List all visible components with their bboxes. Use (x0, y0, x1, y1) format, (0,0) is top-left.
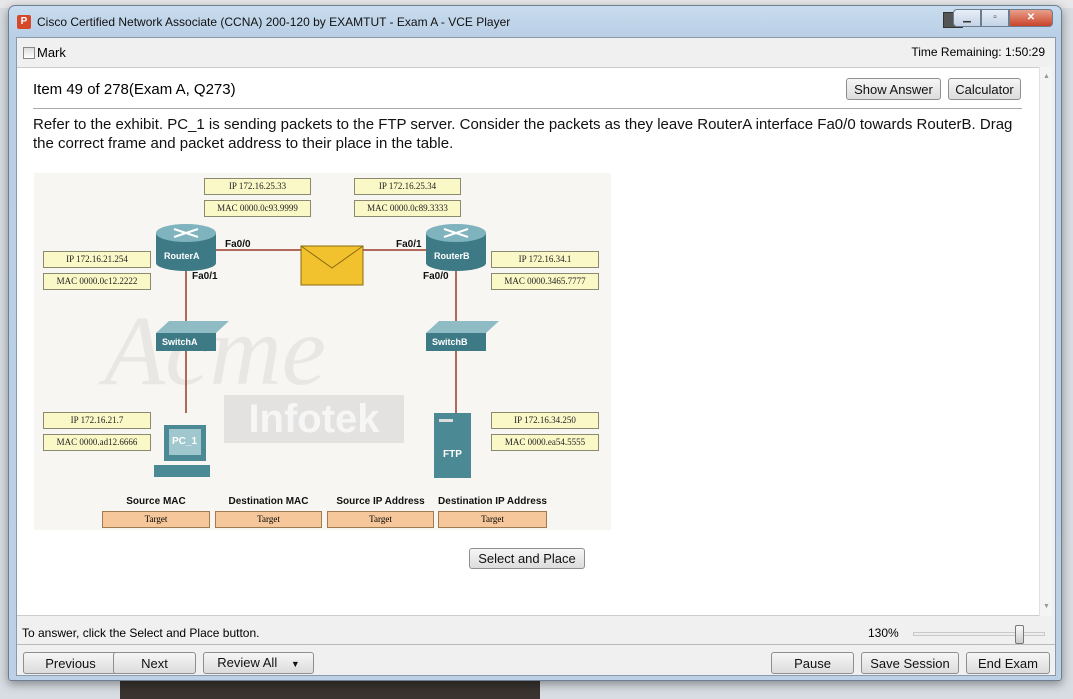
question-panel: Item 49 of 278(Exam A, Q273) Show Answer… (17, 67, 1039, 616)
previous-button[interactable]: Previous (23, 652, 118, 674)
close-button[interactable]: ✕ (1009, 9, 1053, 27)
question-text: Refer to the exhibit. PC_1 is sending pa… (33, 116, 1013, 152)
ftp-label: FTP (443, 449, 462, 460)
target-destination-ip[interactable]: Target (438, 511, 547, 528)
mark-checkbox[interactable]: Mark (23, 45, 66, 60)
routerB-fa01-mac: MAC 0000.0c89.3333 (354, 200, 461, 217)
exhibit-image: Acme Infotek (34, 173, 611, 530)
routerA-fa00-mac: MAC 0000.0c93.9999 (204, 200, 311, 217)
pc-ip: IP 172.16.21.7 (43, 412, 151, 429)
minimize-button[interactable]: ▁ (953, 9, 981, 27)
zoom-percent: 130% (868, 626, 899, 640)
routerB-fa00-ip: IP 172.16.34.1 (491, 251, 599, 268)
column-source-ip: Source IP Address (336, 496, 425, 507)
client-area: Mark Time Remaining: 1:50:29 Item 49 of … (16, 37, 1056, 676)
routerB-label: RouterB (434, 251, 470, 261)
routerA-fa01-mac: MAC 0000.0c12.2222 (43, 273, 151, 290)
title-bar[interactable]: P Cisco Certified Network Associate (CCN… (9, 6, 1061, 36)
ftp-server-icon (434, 413, 471, 478)
scroll-up-icon[interactable]: ▲ (1043, 73, 1050, 80)
routerA-fa00-ip: IP 172.16.25.33 (204, 178, 311, 195)
column-destination-mac: Destination MAC (228, 496, 309, 507)
routerA-port-fa01: Fa0/1 (192, 271, 218, 282)
app-icon: P (17, 15, 31, 29)
column-source-mac: Source MAC (126, 496, 186, 507)
router-a-icon (156, 224, 216, 271)
column-destination-ip: Destination IP Address (438, 496, 547, 507)
maximize-button[interactable]: ▫ (981, 9, 1009, 27)
window-title: Cisco Certified Network Associate (CCNA)… (37, 15, 511, 29)
review-all-label: Review All (217, 655, 278, 670)
router-b-icon (426, 224, 486, 271)
show-answer-button[interactable]: Show Answer (846, 78, 941, 100)
routerA-port-fa00: Fa0/0 (225, 239, 251, 250)
background-taskbar (120, 680, 540, 699)
save-session-button[interactable]: Save Session (861, 652, 959, 674)
ftp-ip: IP 172.16.34.250 (491, 412, 599, 429)
select-and-place-button[interactable]: Select and Place (469, 548, 585, 569)
ftp-mac: MAC 0000.ea54.5555 (491, 434, 599, 451)
pc-mac: MAC 0000.ad12.6666 (43, 434, 151, 451)
pc-label: PC_1 (172, 436, 198, 447)
pause-button[interactable]: Pause (771, 652, 854, 674)
checkbox-icon[interactable] (23, 46, 35, 59)
divider (33, 108, 1022, 109)
target-destination-mac[interactable]: Target (215, 511, 322, 528)
zoom-slider[interactable] (913, 625, 1045, 644)
calculator-button[interactable]: Calculator (948, 78, 1021, 100)
mark-label: Mark (37, 45, 66, 60)
item-number: Item 49 of 278(Exam A, Q273) (33, 81, 236, 98)
scroll-down-icon[interactable]: ▼ (1043, 603, 1050, 610)
end-exam-button[interactable]: End Exam (966, 652, 1050, 674)
routerB-fa00-mac: MAC 0000.3465.7777 (491, 273, 599, 290)
zoom-slider-thumb[interactable] (1015, 625, 1024, 644)
vce-player-window: P Cisco Certified Network Associate (CCN… (8, 5, 1062, 681)
routerA-label: RouterA (164, 251, 200, 261)
envelope-icon (300, 245, 364, 286)
target-source-mac[interactable]: Target (102, 511, 210, 528)
pc-icon (154, 425, 210, 477)
routerB-fa01-ip: IP 172.16.25.34 (354, 178, 461, 195)
status-hint: To answer, click the Select and Place bu… (22, 626, 260, 640)
vertical-scrollbar[interactable]: ▲ ▼ (1039, 67, 1052, 616)
next-button[interactable]: Next (113, 652, 196, 674)
review-all-button[interactable]: Review All ▼ (203, 652, 314, 674)
time-remaining: Time Remaining: 1:50:29 (911, 45, 1045, 59)
routerB-port-fa00: Fa0/0 (423, 271, 449, 282)
dropdown-arrow-icon[interactable]: ▼ (291, 659, 300, 669)
divider (17, 644, 1055, 645)
target-source-ip[interactable]: Target (327, 511, 434, 528)
routerA-fa01-ip: IP 172.16.21.254 (43, 251, 151, 268)
switchB-label: SwitchB (432, 337, 468, 347)
routerB-port-fa01: Fa0/1 (396, 239, 422, 250)
switchA-label: SwitchA (162, 337, 198, 347)
